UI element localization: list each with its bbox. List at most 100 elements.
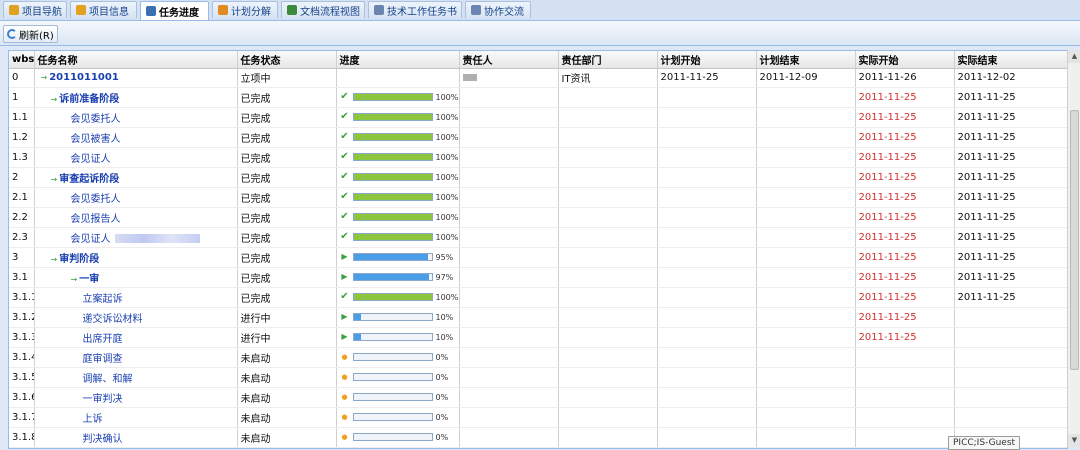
column-header-0[interactable]: wbs <box>9 51 35 69</box>
task-name-link[interactable]: 审判阶段 <box>59 254 99 265</box>
tab-1[interactable]: 项目信息 <box>70 1 137 18</box>
table-row[interactable]: 3.1 → 一审 已完成 ▶ 97% 2011-11-25 2011-11-25 <box>9 267 1067 288</box>
task-name-link[interactable]: 会见证人 <box>71 234 111 245</box>
progress-indicator: ✔ 100% <box>340 88 458 107</box>
task-name-link[interactable]: 诉前准备阶段 <box>59 94 119 105</box>
progress-percent: 10% <box>435 312 454 322</box>
column-header-9[interactable]: 实际结束 <box>954 51 1067 69</box>
expand-arrow-icon[interactable]: → <box>51 95 58 104</box>
table-row[interactable]: 1.1 会见委托人 已完成 ✔ 100% 2011-11-25 2011-11-25 <box>9 107 1067 128</box>
task-name-link[interactable]: 一审判决 <box>83 394 123 405</box>
task-name-link[interactable]: 会见证人 <box>71 154 111 165</box>
table-row[interactable]: 1.3 会见证人 已完成 ✔ 100% 2011-11-25 2011-11-25 <box>9 147 1067 168</box>
table-row[interactable]: 3.1.8 判决确认 未启动 ● 0% <box>9 427 1067 448</box>
expand-arrow-icon[interactable]: → <box>71 275 78 284</box>
tab-label: 计划分解 <box>231 6 271 18</box>
column-header-1[interactable]: 任务名称 <box>34 51 238 69</box>
wbs-cell: 2.1 <box>9 187 35 208</box>
check-icon: ✔ <box>340 151 349 162</box>
table-row[interactable]: 3.1.4 庭审调查 未启动 ● 0% <box>9 347 1067 368</box>
progress-fill <box>353 154 432 160</box>
tab-2[interactable]: 任务进度 <box>140 1 209 20</box>
plan-end-cell <box>756 107 856 128</box>
plan-end-cell <box>756 167 856 188</box>
table-row[interactable]: 2.2 会见报告人 已完成 ✔ 100% 2011-11-25 2011-11-25 <box>9 207 1067 228</box>
table-row[interactable]: 3.1.6 一审判决 未启动 ● 0% <box>9 387 1067 408</box>
column-header-4[interactable]: 责任人 <box>459 51 559 69</box>
progress-percent: 100% <box>435 112 459 122</box>
column-header-7[interactable]: 计划结束 <box>756 51 856 69</box>
check-icon: ✔ <box>340 111 349 122</box>
wbs-cell: 3.1.1 <box>9 287 35 308</box>
task-name-link[interactable]: 递交诉讼材料 <box>83 314 143 325</box>
table-row[interactable]: 3.1.1 立案起诉 已完成✔ 100% 2011-11-252011-11-25 <box>9 287 1067 308</box>
tab-0[interactable]: 项目导航 <box>3 1 67 18</box>
dot-icon: ● <box>341 433 348 441</box>
progress-fill <box>353 134 432 140</box>
table-row[interactable]: 2.3 会见证人 已完成 ✔ 100% 2011-11-25 2011-11-25 <box>9 227 1067 248</box>
tab-5[interactable]: 技术工作任务书 <box>368 1 462 18</box>
task-name-link[interactable]: 2011011001 <box>49 72 119 83</box>
progress-bar <box>352 113 433 121</box>
task-name-link[interactable]: 会见被害人 <box>71 134 121 145</box>
progress-cell: ▶ 10% <box>336 307 460 328</box>
task-name-link[interactable]: 判决确认 <box>83 434 123 445</box>
task-name-link[interactable]: 审查起诉阶段 <box>59 174 119 185</box>
task-name-link[interactable]: 调解、和解 <box>83 374 133 385</box>
progress-cell: ✔ 100% <box>336 207 460 228</box>
task-name-link[interactable]: 一审 <box>79 274 99 285</box>
status-cell: 已完成 <box>237 107 337 128</box>
task-name-cell: 会见报告人 <box>34 207 238 228</box>
table-row[interactable]: 3.1.3 出席开庭 进行中 ▶ 10% 2011-11-25 <box>9 327 1067 348</box>
table-row[interactable]: 2.1 会见委托人 已完成 ✔ 100% 2011-11-25 2011-11-25 <box>9 187 1067 208</box>
progress-percent: 0% <box>435 432 449 442</box>
tab-4[interactable]: 文档流程视图 <box>281 1 365 18</box>
progress-cell: ✔ 100% <box>336 287 460 308</box>
scroll-up-arrow-icon[interactable]: ▲ <box>1068 50 1080 63</box>
status-cell: 已完成 <box>237 247 337 268</box>
task-name-link[interactable]: 立案起诉 <box>83 294 123 305</box>
progress-indicator: ✔ 100% <box>340 108 459 127</box>
progress-percent: 100% <box>435 172 459 182</box>
task-name-cell: 一审判决 <box>34 387 238 408</box>
tab-6[interactable]: 协作交流 <box>465 1 531 18</box>
vertical-scrollbar[interactable]: ▲ ▼ <box>1067 50 1080 447</box>
status-cell: 未启动 <box>237 407 337 428</box>
table-row[interactable]: 1 → 诉前准备阶段 已完成 ✔ 100% 2011-11-25 2011-11-25 <box>9 87 1067 108</box>
task-name-link[interactable]: 会见委托人 <box>71 114 121 125</box>
table-row[interactable]: 3.1.5 调解、和解 未启动 ● 0% <box>9 367 1067 388</box>
task-name-link[interactable]: 出席开庭 <box>83 334 123 345</box>
task-table: wbs 任务名称 任务状态 进度 责任人 责任部门 计划开始 计划结束 实际开始 实际结束 0 → 2… <box>9 51 1067 448</box>
refresh-button[interactable]: 刷新(R) <box>3 25 58 43</box>
column-header-2[interactable]: 任务状态 <box>237 51 337 69</box>
scroll-down-arrow-icon[interactable]: ▼ <box>1068 434 1080 447</box>
table-row[interactable]: 3.1.7 上诉 未启动 ● 0% <box>9 407 1067 428</box>
task-name-cell: 会见证人 <box>34 147 238 168</box>
progress-indicator: ● 0% <box>340 348 456 367</box>
tab-3[interactable]: 计划分解 <box>212 1 278 18</box>
column-header-8[interactable]: 实际开始 <box>855 51 955 69</box>
progress-indicator: ✔ 100% <box>340 128 458 147</box>
task-name-link[interactable]: 庭审调查 <box>83 354 123 365</box>
task-name-link[interactable]: 会见委托人 <box>71 194 121 205</box>
department-cell <box>558 167 658 188</box>
task-name-link[interactable]: 会见报告人 <box>71 214 121 225</box>
actual-start-cell <box>855 367 955 388</box>
table-row[interactable]: 3.1.2 递交诉讼材料 进行中 ▶ 10% 2011-11-25 <box>9 307 1067 328</box>
tab-label: 协作交流 <box>484 6 524 18</box>
scroll-thumb[interactable] <box>1070 110 1079 370</box>
column-header-3[interactable]: 进度 <box>336 51 460 69</box>
expand-arrow-icon[interactable]: → <box>41 73 48 82</box>
task-name-link[interactable]: 上诉 <box>83 414 103 425</box>
table-row[interactable]: 1.2 会见被害人 已完成 ✔ 100% 2011-11-25 2011-11-25 <box>9 127 1067 148</box>
table-row[interactable]: 2 → 审查起诉阶段 已完成 ✔ 100% 2011-11-25 2011-11-25 <box>9 167 1067 188</box>
table-row[interactable]: 3 → 审判阶段 已完成 ▶ 95% 2011-11-25 2011-11-25 <box>9 247 1067 268</box>
tooltip: PICC;IS-Guest <box>948 436 1021 450</box>
expand-arrow-icon[interactable]: → <box>51 255 58 264</box>
expand-arrow-icon[interactable]: → <box>51 175 58 184</box>
column-header-6[interactable]: 计划开始 <box>657 51 757 69</box>
progress-indicator: ✔ 100% <box>340 168 459 187</box>
owner-cell <box>459 167 559 188</box>
column-header-5[interactable]: 责任部门 <box>558 51 658 69</box>
table-row[interactable]: 0 → 2011011001 立项中 IT资讯 2011-11-25 2011-12-09 2… <box>9 68 1067 88</box>
